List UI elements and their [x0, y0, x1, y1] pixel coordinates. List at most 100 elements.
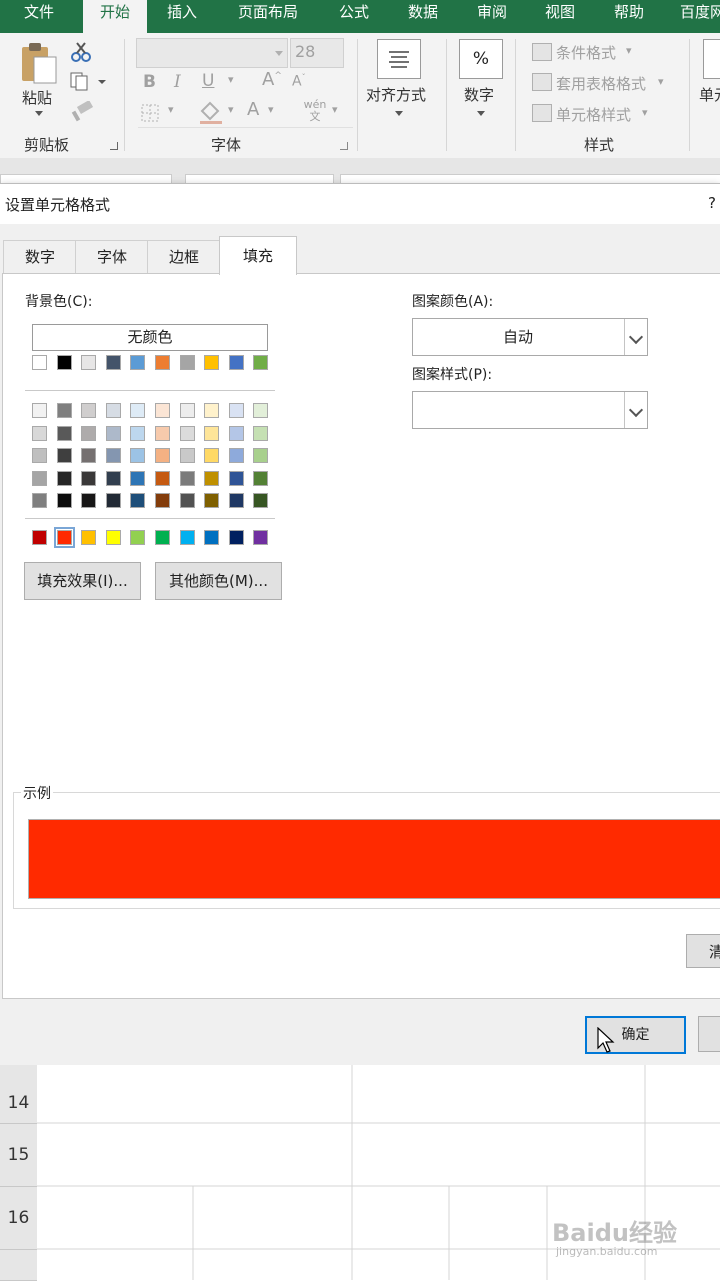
color-swatch[interactable] — [228, 425, 244, 441]
color-swatch[interactable] — [130, 493, 146, 508]
color-swatch[interactable] — [105, 355, 121, 370]
alignment-label[interactable]: 对齐方式 — [366, 84, 426, 105]
color-swatch[interactable] — [155, 448, 170, 463]
tab-page-layout[interactable]: 页面布局 — [222, 0, 314, 33]
fill-color-icon[interactable] — [198, 99, 224, 125]
cells-label[interactable]: 单元 — [699, 84, 720, 105]
color-swatch[interactable] — [253, 470, 269, 486]
color-swatch[interactable] — [81, 425, 97, 441]
color-swatch[interactable] — [32, 448, 47, 463]
color-swatch[interactable] — [53, 527, 75, 548]
color-swatch[interactable] — [204, 403, 220, 418]
color-swatch[interactable] — [81, 448, 97, 463]
color-swatch[interactable] — [155, 425, 170, 441]
color-swatch[interactable] — [56, 470, 72, 486]
help-button[interactable]: ? — [708, 194, 716, 212]
color-swatch[interactable] — [228, 493, 244, 508]
color-swatch[interactable] — [179, 470, 195, 486]
row-header[interactable] — [0, 1250, 37, 1281]
color-swatch[interactable] — [253, 493, 269, 508]
no-color-button[interactable]: 无颜色 — [32, 324, 268, 351]
color-swatch[interactable] — [228, 448, 244, 463]
color-swatch[interactable] — [204, 355, 220, 370]
color-swatch[interactable] — [105, 470, 121, 486]
font-color-icon[interactable]: A — [247, 99, 259, 120]
color-swatch[interactable] — [105, 493, 121, 508]
color-swatch[interactable] — [253, 403, 269, 418]
color-swatch[interactable] — [81, 470, 97, 486]
tab-data[interactable]: 数据 — [391, 0, 455, 33]
color-swatch[interactable] — [228, 403, 244, 418]
color-swatch[interactable] — [253, 355, 269, 370]
color-swatch[interactable] — [130, 530, 146, 545]
cells-icon[interactable] — [703, 39, 720, 79]
fill-effects-button[interactable]: 填充效果(I)... — [24, 562, 141, 600]
color-swatch[interactable] — [130, 448, 146, 463]
color-swatch[interactable] — [105, 530, 121, 545]
chevron-down-icon[interactable] — [275, 51, 283, 56]
phonetic-icon[interactable]: wén 文 — [302, 99, 328, 123]
color-swatch[interactable] — [155, 530, 170, 545]
color-swatch[interactable] — [56, 403, 72, 418]
format-painter-icon[interactable] — [70, 101, 94, 123]
table-format-button[interactable]: 套用表格格式 — [556, 73, 646, 94]
color-swatch[interactable] — [105, 403, 121, 418]
conditional-dropdown-icon[interactable]: ▾ — [626, 44, 632, 57]
color-swatch[interactable] — [32, 470, 47, 486]
underline-icon[interactable]: U — [202, 71, 214, 91]
pattern-style-select[interactable] — [412, 391, 648, 429]
phonetic-dropdown-icon[interactable]: ▾ — [332, 103, 338, 116]
color-swatch[interactable] — [32, 493, 47, 508]
clear-button[interactable]: 清 — [686, 934, 720, 968]
color-swatch[interactable] — [204, 493, 220, 508]
color-swatch[interactable] — [179, 403, 195, 418]
borders-dropdown-icon[interactable]: ▾ — [168, 103, 174, 116]
color-swatch[interactable] — [179, 355, 195, 370]
copy-icon[interactable] — [70, 71, 108, 91]
color-swatch[interactable] — [228, 355, 244, 370]
clipboard-launcher-icon[interactable] — [110, 142, 118, 150]
color-swatch[interactable] — [228, 470, 244, 486]
cut-icon[interactable] — [70, 41, 92, 63]
alignment-icon[interactable] — [377, 39, 421, 79]
font-name-combo[interactable] — [136, 38, 288, 68]
color-swatch[interactable] — [179, 493, 195, 508]
color-swatch[interactable] — [155, 470, 170, 486]
tab-insert[interactable]: 插入 — [150, 0, 214, 33]
tab-home[interactable]: 开始 — [83, 0, 147, 33]
color-swatch[interactable] — [81, 493, 97, 508]
tab-help[interactable]: 帮助 — [597, 0, 661, 33]
number-label[interactable]: 数字 — [464, 84, 494, 105]
row-header[interactable]: 14 — [0, 1065, 37, 1124]
color-swatch[interactable] — [130, 425, 146, 441]
color-swatch[interactable] — [155, 493, 170, 508]
color-swatch[interactable] — [56, 355, 72, 370]
color-swatch[interactable] — [155, 403, 170, 418]
color-swatch[interactable] — [32, 403, 47, 418]
cell-styles-button[interactable]: 单元格样式 — [556, 104, 631, 125]
color-swatch[interactable] — [56, 493, 72, 508]
tab-fill[interactable]: 填充 — [219, 236, 297, 275]
cancel-button[interactable] — [698, 1016, 720, 1052]
tab-review[interactable]: 审阅 — [460, 0, 524, 33]
color-swatch[interactable] — [32, 530, 47, 545]
chevron-down-icon[interactable] — [624, 392, 647, 428]
table-format-icon[interactable] — [532, 73, 552, 91]
color-swatch[interactable] — [130, 470, 146, 486]
color-swatch[interactable] — [56, 448, 72, 463]
color-swatch[interactable] — [204, 448, 220, 463]
color-swatch[interactable] — [179, 530, 195, 545]
color-swatch[interactable] — [130, 403, 146, 418]
paste-dropdown-icon[interactable] — [35, 111, 43, 116]
underline-dropdown-icon[interactable]: ▾ — [228, 73, 234, 86]
font-size-combo[interactable]: 28 — [290, 38, 344, 68]
conditional-format-icon[interactable] — [532, 43, 552, 61]
conditional-format-button[interactable]: 条件格式 — [556, 42, 616, 63]
pattern-color-select[interactable]: 自动 — [412, 318, 648, 356]
tab-border[interactable]: 边框 — [147, 240, 221, 274]
color-swatch[interactable] — [253, 425, 269, 441]
color-swatch[interactable] — [204, 530, 220, 545]
font-launcher-icon[interactable] — [340, 142, 348, 150]
alignment-dropdown-icon[interactable] — [395, 111, 403, 116]
color-swatch[interactable] — [105, 425, 121, 441]
